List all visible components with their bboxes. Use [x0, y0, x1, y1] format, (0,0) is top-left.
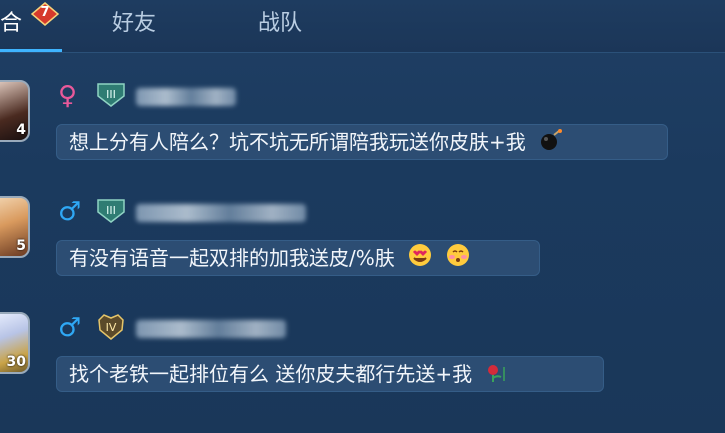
tab-label: 好友 [112, 11, 157, 36]
male-icon: ♂ [58, 197, 82, 227]
tab-label: 合 [0, 11, 23, 36]
avatar[interactable]: 5 [0, 196, 30, 258]
unread-badge: 7 [30, 2, 60, 26]
blush-emoji-icon [445, 243, 471, 277]
tab-friends[interactable]: 好友 [112, 0, 156, 52]
rank-badge-icon: III [97, 83, 125, 107]
female-icon: ♀ [58, 81, 78, 111]
tab-label: 战队 [258, 11, 303, 36]
bomb-icon [538, 127, 564, 161]
rank-badge-icon: IV [98, 314, 124, 340]
male-icon: ♂ [58, 313, 82, 343]
message-text: 找个老铁一起排位有么 送你皮夫都行先送+我 [69, 362, 473, 386]
badge-count: 7 [40, 5, 50, 20]
rank-badge-icon: III [97, 199, 125, 223]
rose-icon [484, 359, 510, 393]
heart-eyes-emoji-icon [407, 243, 433, 277]
avatar-level: 30 [6, 354, 26, 370]
rank-label: IV [106, 321, 117, 334]
tab-bar: 合 7 好友 战队 [0, 0, 725, 53]
message-text: 想上分有人陪么？坑不坑无所谓陪我玩送你皮肤+我 [69, 130, 526, 154]
chat-message: 4 ♀ III 想上分有人陪么？坑不坑无所谓陪我玩送你皮肤+我 [0, 80, 725, 172]
chat-message: 30 ♂ IV 找个老铁一起排位有么 送你皮夫都行先送+我 [0, 312, 725, 404]
rank-label: III [106, 88, 116, 101]
message-bubble[interactable]: 想上分有人陪么？坑不坑无所谓陪我玩送你皮肤+我 [56, 124, 668, 160]
avatar[interactable]: 30 [0, 312, 30, 374]
active-tab-indicator [0, 49, 62, 52]
rank-label: III [106, 204, 116, 217]
nickname-blurred[interactable] [136, 88, 236, 106]
tab-team[interactable]: 战队 [258, 0, 302, 52]
nickname-blurred[interactable] [136, 320, 286, 338]
avatar-level: 4 [16, 122, 26, 138]
message-text: 有没有语音一起双排的加我送皮/%肤 [69, 246, 395, 270]
chat-message: 5 ♂ III 有没有语音一起双排的加我送皮/%肤 [0, 196, 725, 288]
message-bubble[interactable]: 找个老铁一起排位有么 送你皮夫都行先送+我 [56, 356, 604, 392]
message-bubble[interactable]: 有没有语音一起双排的加我送皮/%肤 [56, 240, 540, 276]
tab-comprehensive[interactable]: 合 [0, 0, 22, 52]
avatar-level: 5 [16, 238, 26, 254]
nickname-blurred[interactable] [136, 204, 306, 222]
avatar[interactable]: 4 [0, 80, 30, 142]
